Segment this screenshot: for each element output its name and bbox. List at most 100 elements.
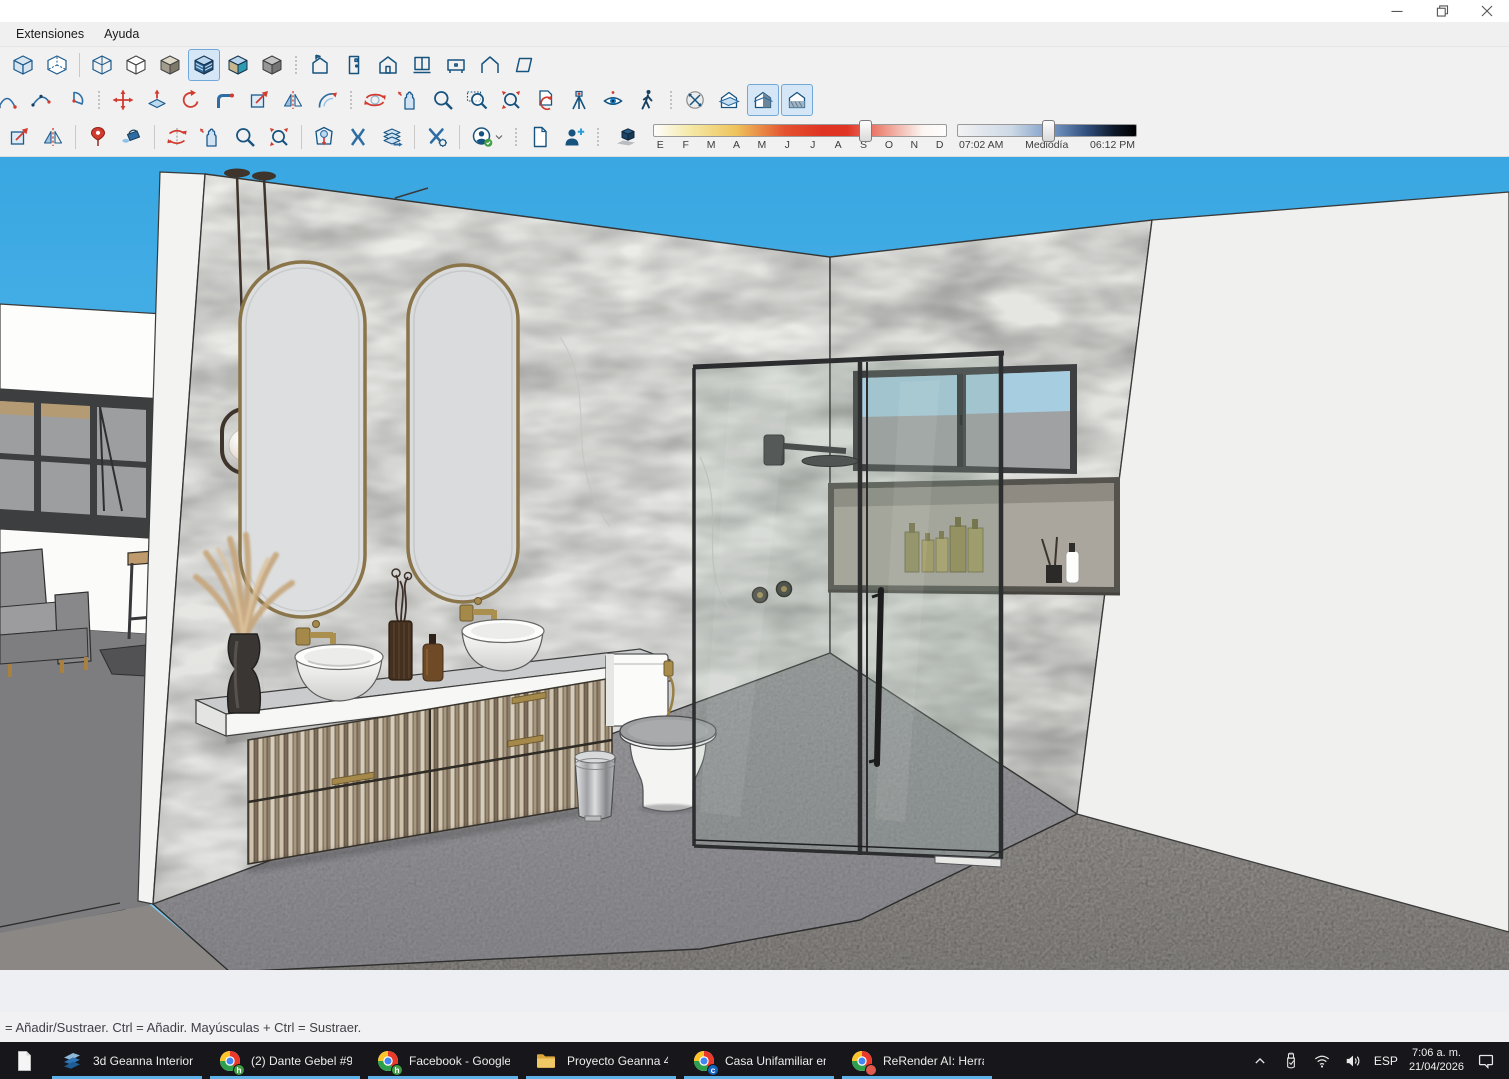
restore-button[interactable] <box>1419 0 1464 22</box>
tool-pie-button[interactable] <box>59 84 91 116</box>
shower-enclosure[interactable] <box>693 353 1004 867</box>
toggle-shadows-button[interactable] <box>610 121 642 153</box>
exterior-wall[interactable] <box>1077 192 1509 932</box>
camera-zoom-button[interactable] <box>427 84 459 116</box>
arch-furniture-button[interactable] <box>440 49 472 81</box>
date-slider-handle[interactable] <box>859 120 872 142</box>
toolbar-grip[interactable] <box>348 89 354 111</box>
tray-chevron-button[interactable] <box>1250 1051 1270 1071</box>
shaded-textures-cube-icon <box>195 56 213 74</box>
camera-look-around-button[interactable] <box>597 84 629 116</box>
shadow-time-slider[interactable] <box>957 124 1137 137</box>
zoom-extents-icon <box>502 91 520 109</box>
minimize-button[interactable] <box>1374 0 1419 22</box>
extra-zoom-extents-button[interactable] <box>263 121 295 153</box>
close-icon <box>1481 6 1491 16</box>
tool-rotate-button[interactable] <box>175 84 207 116</box>
pan-hand-icon <box>200 129 216 147</box>
extra-place-marker-button[interactable] <box>82 121 114 153</box>
style-shaded-button[interactable] <box>154 49 186 81</box>
camera-zoom-window-button[interactable] <box>461 84 493 116</box>
style-wireframe-button[interactable] <box>86 49 118 81</box>
taskbar-item-sketchup[interactable]: 3d Geanna Interior ... <box>48 1042 206 1079</box>
camera-previous-button[interactable] <box>529 84 561 116</box>
viewport-3d[interactable] <box>0 157 1509 1012</box>
month-labels: EFMAMJJASOND <box>653 139 947 151</box>
menu-extensiones[interactable]: Extensiones <box>6 24 94 44</box>
add-collaborator-button[interactable] <box>558 121 590 153</box>
toolbar-grip[interactable] <box>513 126 519 148</box>
extra-zoom-button[interactable] <box>229 121 261 153</box>
new-document-button[interactable] <box>524 121 556 153</box>
toolbar-grip[interactable] <box>96 89 102 111</box>
style-shaded-textures-button[interactable] <box>188 49 220 81</box>
extra-pan-button[interactable] <box>195 121 227 153</box>
previous-view-icon <box>540 91 552 109</box>
style-hidden-line-button[interactable] <box>120 49 152 81</box>
style-xray-button[interactable] <box>7 49 39 81</box>
taskbar-item-chrome-facebook[interactable]: h Facebook - Google ... <box>364 1042 522 1079</box>
extra-paint-bucket-button[interactable] <box>116 121 148 153</box>
extra-flip-axis-button[interactable] <box>161 121 193 153</box>
extra-scale-button[interactable] <box>3 121 35 153</box>
extension-manager-button[interactable] <box>421 121 453 153</box>
tool-pushpull-button[interactable] <box>141 84 173 116</box>
camera-pan-button[interactable] <box>393 84 425 116</box>
time-slider-handle[interactable] <box>1042 120 1055 142</box>
tray-usb-button[interactable] <box>1281 1051 1301 1071</box>
tool-arc-endpoint-button[interactable] <box>0 84 23 116</box>
camera-position-button[interactable] <box>563 84 595 116</box>
extension-x-button[interactable] <box>342 121 374 153</box>
tool-followme-button[interactable] <box>209 84 241 116</box>
clock[interactable]: 7:06 a. m. 21/04/2026 <box>1409 1047 1464 1075</box>
time-start-label: 07:02 AM <box>959 139 1003 151</box>
rotate-icon <box>184 90 198 107</box>
section-display-fill-button[interactable] <box>781 84 813 116</box>
camera-orbit-button[interactable] <box>359 84 391 116</box>
arch-roof-button[interactable] <box>474 49 506 81</box>
sketchup-icon <box>64 1053 80 1069</box>
arch-house-levels-button[interactable] <box>304 49 336 81</box>
mirror-left[interactable] <box>240 262 365 617</box>
trash-bin[interactable] <box>575 751 615 821</box>
notification-center-button[interactable] <box>1475 1050 1497 1072</box>
style-monochrome-button[interactable] <box>256 49 288 81</box>
tool-arc-2point-button[interactable] <box>25 84 57 116</box>
industrial-window[interactable] <box>0 389 163 539</box>
account-button[interactable] <box>466 121 508 153</box>
tool-offset-button[interactable] <box>311 84 343 116</box>
extra-flip-button[interactable] <box>37 121 69 153</box>
camera-zoom-extents-button[interactable] <box>495 84 527 116</box>
system-tray: ESP 7:06 a. m. 21/04/2026 <box>1250 1042 1509 1079</box>
taskbar-item-chrome-rerender[interactable]: ReRender AI: Herra... <box>838 1042 996 1079</box>
tool-scale-button[interactable] <box>243 84 275 116</box>
arch-facade-button[interactable] <box>372 49 404 81</box>
section-display-cuts-button[interactable] <box>747 84 779 116</box>
tray-volume-button[interactable] <box>1343 1051 1363 1071</box>
arch-door-button[interactable] <box>338 49 370 81</box>
tray-wifi-button[interactable] <box>1312 1051 1332 1071</box>
shadow-date-slider[interactable] <box>653 124 947 137</box>
language-indicator[interactable]: ESP <box>1374 1054 1398 1068</box>
section-plane-button[interactable] <box>679 84 711 116</box>
camera-walk-button[interactable] <box>631 84 663 116</box>
taskbar-item-chrome-dante[interactable]: h (2) Dante Gebel #94... <box>206 1042 364 1079</box>
style-shaded-textures2-button[interactable] <box>222 49 254 81</box>
tool-move-button[interactable] <box>107 84 139 116</box>
arch-slab-button[interactable] <box>508 49 540 81</box>
tool-flip-button[interactable] <box>277 84 309 116</box>
arch-window-button[interactable] <box>406 49 438 81</box>
toolbar-grip[interactable] <box>293 54 299 76</box>
warehouse-download-button[interactable] <box>308 121 340 153</box>
style-back-edges-button[interactable] <box>41 49 73 81</box>
close-button[interactable] <box>1464 0 1509 22</box>
toolbar-grip[interactable] <box>668 89 674 111</box>
mirror-right[interactable] <box>408 265 518 602</box>
layers-export-button[interactable] <box>376 121 408 153</box>
menu-ayuda[interactable]: Ayuda <box>94 24 149 44</box>
section-display-planes-button[interactable] <box>713 84 745 116</box>
taskbar-item-document[interactable] <box>0 1042 48 1079</box>
taskbar-item-chrome-casa[interactable]: c Casa Unifamiliar en... <box>680 1042 838 1079</box>
taskbar-item-folder-proyecto[interactable]: Proyecto Geanna 4 <box>522 1042 680 1079</box>
toolbar-grip[interactable] <box>595 126 601 148</box>
